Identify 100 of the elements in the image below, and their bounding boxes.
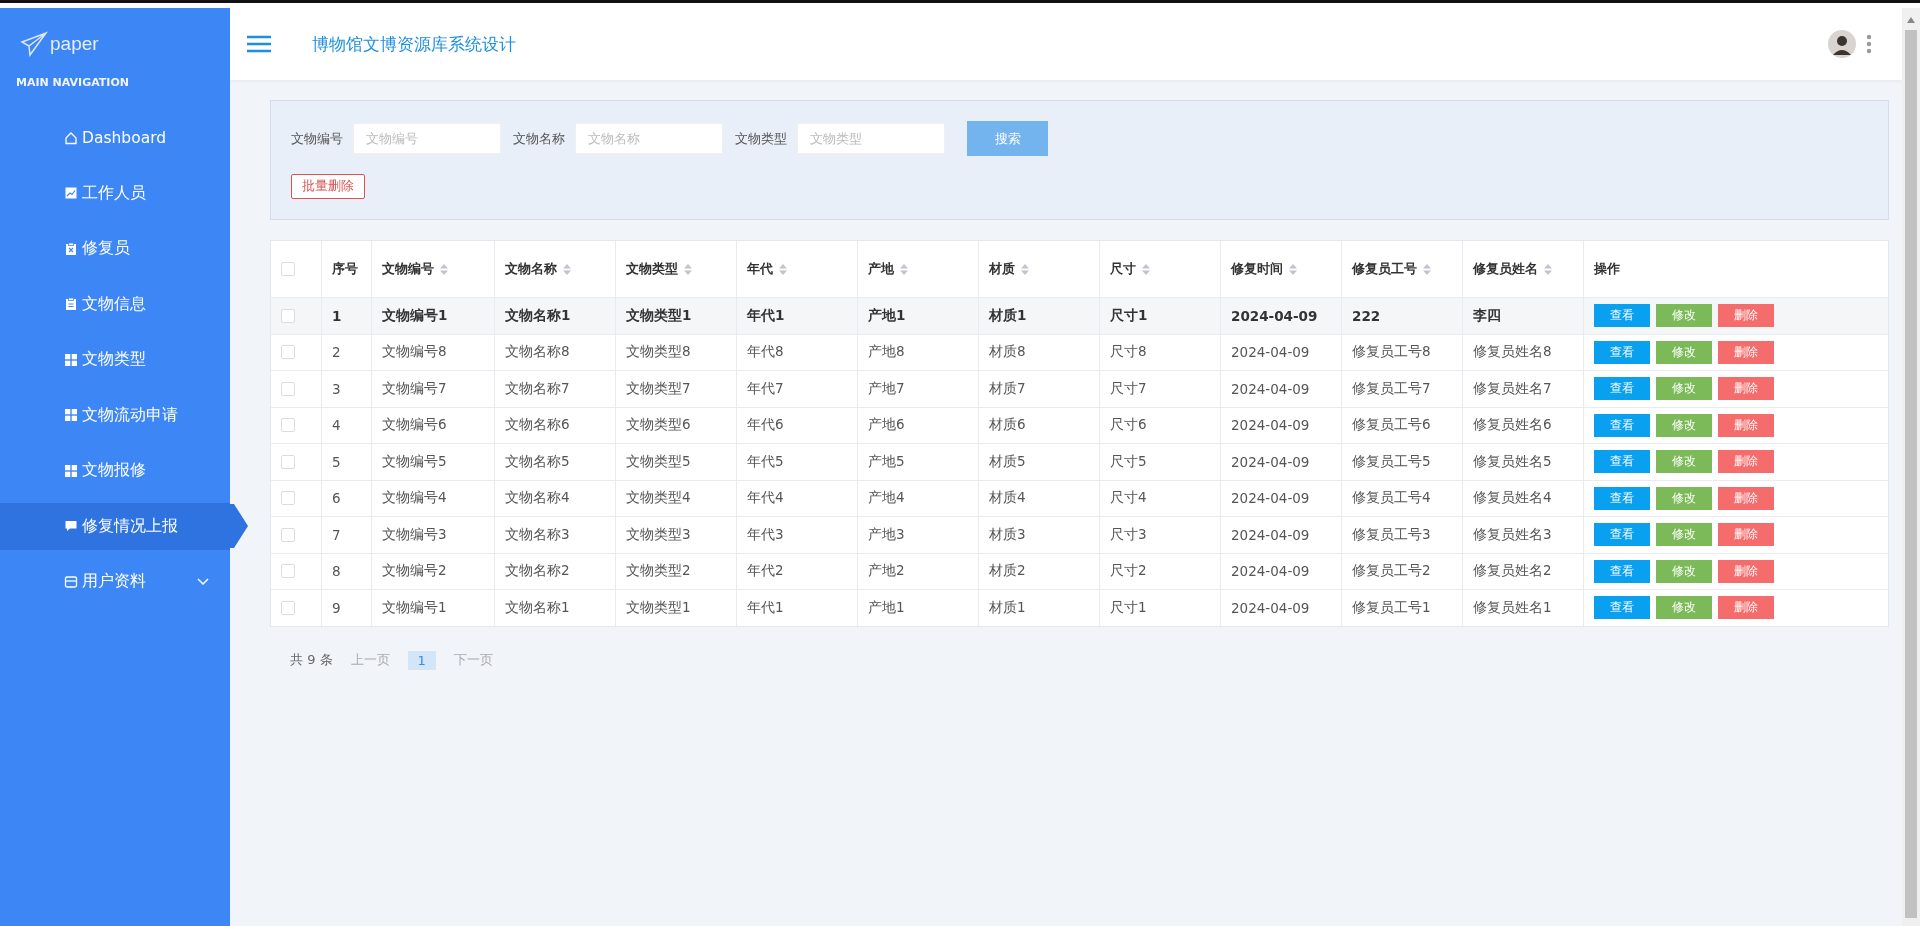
scrollbar[interactable]	[1902, 8, 1920, 926]
delete-button[interactable]: 删除	[1718, 340, 1774, 364]
sort-icon[interactable]	[563, 263, 571, 275]
view-button[interactable]: 查看	[1594, 413, 1650, 437]
table-cell: 材质1	[989, 306, 1027, 325]
field-label: 文物类型	[735, 129, 787, 148]
sort-icon[interactable]	[1021, 263, 1029, 275]
edit-button[interactable]: 修改	[1656, 523, 1712, 547]
column-header[interactable]: 材质	[989, 260, 1015, 278]
grid-icon	[64, 408, 78, 422]
view-button[interactable]: 查看	[1594, 559, 1650, 583]
table-cell: 文物编号4	[382, 489, 447, 508]
delete-button[interactable]: 删除	[1718, 304, 1774, 328]
table-cell: 2024-04-09	[1231, 490, 1310, 507]
sort-icon[interactable]	[684, 263, 692, 275]
table-cell: 3	[332, 380, 341, 397]
delete-button[interactable]: 删除	[1718, 413, 1774, 437]
paper-plane-icon	[20, 31, 48, 57]
clipboard-icon	[64, 241, 78, 256]
delete-button[interactable]: 删除	[1718, 486, 1774, 510]
checkbox[interactable]	[281, 527, 295, 542]
table-cell: 修复员工号1	[1352, 598, 1431, 617]
view-button[interactable]: 查看	[1594, 596, 1650, 620]
delete-button[interactable]: 删除	[1718, 377, 1774, 401]
table-cell: 年代7	[747, 379, 784, 398]
table-cell: 产地3	[868, 525, 905, 544]
checkbox[interactable]	[281, 308, 295, 323]
table-cell: 2024-04-09	[1231, 344, 1310, 361]
view-button[interactable]: 查看	[1594, 523, 1650, 547]
edit-button[interactable]: 修改	[1656, 486, 1712, 510]
column-header[interactable]: 文物编号	[382, 260, 434, 278]
sort-icon[interactable]	[1142, 263, 1150, 275]
view-button[interactable]: 查看	[1594, 304, 1650, 328]
checkbox[interactable]	[281, 381, 295, 396]
delete-button[interactable]: 删除	[1718, 559, 1774, 583]
sort-icon[interactable]	[1544, 263, 1552, 275]
checkbox[interactable]	[281, 454, 295, 469]
input-field[interactable]: 文物编号	[353, 123, 501, 154]
checkbox[interactable]	[281, 491, 295, 506]
checkbox[interactable]	[281, 600, 295, 615]
edit-button[interactable]: 修改	[1656, 596, 1712, 620]
column-header[interactable]: 文物名称	[505, 260, 557, 278]
column-header[interactable]: 修复员姓名	[1473, 260, 1538, 278]
page-button[interactable]: 1	[407, 650, 436, 670]
column-header[interactable]: 文物类型	[626, 260, 678, 278]
view-button[interactable]: 查看	[1594, 450, 1650, 474]
nav-item[interactable]: 用户资料	[0, 558, 230, 605]
checkbox[interactable]	[281, 564, 295, 579]
column-header[interactable]: 年代	[747, 260, 773, 278]
nav-item[interactable]: 文物信息	[0, 280, 230, 328]
edit-button[interactable]: 修改	[1656, 559, 1712, 583]
table-cell: 文物名称3	[505, 525, 570, 544]
table-cell: 修复员工号2	[1352, 562, 1431, 581]
sort-icon[interactable]	[779, 263, 787, 275]
column-header[interactable]: 产地	[868, 260, 894, 278]
delete-button[interactable]: 删除	[1718, 596, 1774, 620]
nav-item[interactable]: 文物流动申请	[0, 391, 230, 439]
batch-delete-button[interactable]: 批量删除	[291, 174, 365, 199]
scroll-up-icon[interactable]	[1906, 16, 1916, 24]
sort-icon[interactable]	[900, 263, 908, 275]
delete-button[interactable]: 删除	[1718, 450, 1774, 474]
table-cell: 材质5	[989, 452, 1026, 471]
view-button[interactable]: 查看	[1594, 340, 1650, 364]
table-cell: 材质6	[989, 416, 1026, 435]
column-header[interactable]: 操作	[1594, 260, 1620, 278]
edit-button[interactable]: 修改	[1656, 340, 1712, 364]
input-field[interactable]: 文物类型	[797, 123, 945, 154]
sort-icon[interactable]	[1423, 263, 1431, 275]
column-header[interactable]: 序号	[332, 260, 358, 278]
edit-button[interactable]: 修改	[1656, 450, 1712, 474]
nav-item[interactable]: 工作人员	[0, 169, 230, 217]
table-cell: 文物类型5	[626, 452, 691, 471]
search-button[interactable]: 搜索	[967, 121, 1048, 156]
nav-item[interactable]: Dashboard	[0, 114, 230, 161]
table-cell: 修复员姓名5	[1473, 452, 1552, 471]
sort-icon[interactable]	[440, 263, 448, 275]
column-header[interactable]: 修复时间	[1231, 260, 1283, 278]
table-cell: 9	[332, 599, 341, 616]
more-icon[interactable]	[1866, 34, 1872, 54]
delete-button[interactable]: 删除	[1718, 523, 1774, 547]
edit-button[interactable]: 修改	[1656, 377, 1712, 401]
menu-icon[interactable]	[246, 35, 272, 53]
column-header[interactable]: 修复员工号	[1352, 260, 1417, 278]
edit-button[interactable]: 修改	[1656, 413, 1712, 437]
view-button[interactable]: 查看	[1594, 486, 1650, 510]
sort-icon[interactable]	[1289, 263, 1297, 275]
field-label: 文物名称	[513, 129, 565, 148]
view-button[interactable]: 查看	[1594, 377, 1650, 401]
table-cell: 222	[1352, 307, 1381, 324]
checkbox[interactable]	[281, 262, 295, 276]
edit-button[interactable]: 修改	[1656, 304, 1712, 328]
checkbox[interactable]	[281, 418, 295, 433]
column-header[interactable]: 尺寸	[1110, 260, 1136, 278]
nav-item[interactable]: 修复员	[0, 225, 230, 272]
input-field[interactable]: 文物名称	[575, 123, 723, 154]
nav-item[interactable]: 文物类型	[0, 336, 230, 383]
checkbox[interactable]	[281, 345, 295, 360]
table-cell: 文物类型1	[626, 306, 692, 325]
avatar[interactable]	[1828, 30, 1856, 58]
nav-item[interactable]: 文物报修	[0, 447, 230, 494]
